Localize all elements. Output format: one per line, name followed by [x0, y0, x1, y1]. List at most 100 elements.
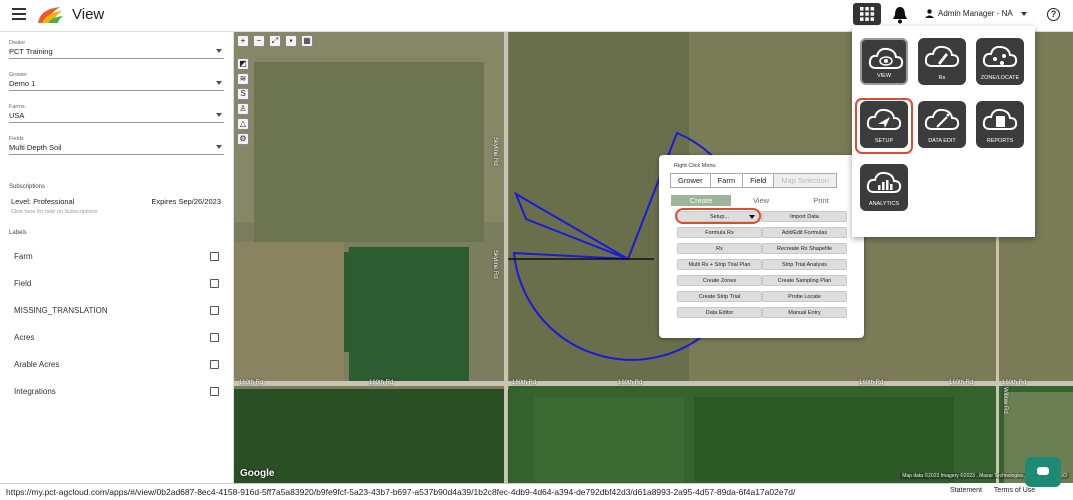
farms-select[interactable]: Farms USA	[9, 104, 224, 123]
create-strip-trial-button[interactable]: Create Strip Trial	[677, 291, 762, 302]
subscription-expires: Expires Sep/26/2023	[151, 197, 221, 206]
road-label: 160th Rd	[618, 380, 643, 386]
sidebar: Dealer PCT Training Grower Demo 1 Farms …	[0, 32, 234, 483]
app-tile-zone-locate[interactable]: ZONE/LOCATE	[976, 38, 1024, 85]
label-checkbox[interactable]	[210, 306, 219, 315]
app-tile-label: ZONE/LOCATE	[980, 75, 1020, 81]
camera-icon[interactable]: ▪	[285, 35, 297, 47]
app-tile-label: REPORTS	[986, 138, 1014, 144]
dropdown-arrow-icon	[216, 49, 222, 53]
fields-value: Multi Depth Soil	[9, 143, 62, 152]
app-tile-label: DATA EDIT	[928, 138, 956, 144]
app-launcher-button[interactable]	[853, 3, 881, 25]
label-text: Farm	[14, 252, 33, 261]
road-label: 160th Rd	[1002, 380, 1027, 386]
subscription-level-row: Level: Professional Expires Sep/26/2023	[11, 197, 221, 206]
pencil-cloud-icon	[924, 45, 960, 67]
draw-icon[interactable]: ≋	[237, 73, 249, 85]
shape-icon[interactable]: S	[237, 88, 249, 100]
zone-cloud-icon	[982, 45, 1018, 67]
create-sampling-plan-button[interactable]: Create Sampling Plan	[762, 275, 847, 286]
label-checkbox[interactable]	[210, 333, 219, 342]
rx-button[interactable]: Rx	[677, 243, 762, 254]
app-tile-view[interactable]: VIEW	[860, 38, 908, 85]
app-logo	[38, 7, 63, 23]
formula-rx-button[interactable]: Formula Rx	[677, 227, 762, 238]
label-text: Arable Acres	[14, 360, 60, 369]
notifications-bell-icon[interactable]	[892, 6, 908, 24]
label-checkbox[interactable]	[210, 360, 219, 369]
google-logo: Google	[240, 468, 275, 479]
sample-icon[interactable]: ♙	[237, 103, 249, 115]
app-tile-analytics[interactable]: ANALYTICS	[860, 164, 908, 211]
chart-cloud-icon	[866, 171, 902, 193]
menu-icon[interactable]	[12, 8, 26, 20]
tab-farm[interactable]: Farm	[709, 173, 744, 188]
zoom-out-icon[interactable]: −	[253, 35, 265, 47]
app-tile-label: VIEW	[876, 73, 892, 79]
label-text: Integrations	[14, 387, 56, 396]
tab-map-selection[interactable]: Map Selection	[773, 173, 837, 188]
label-checkbox[interactable]	[210, 279, 219, 288]
chat-button[interactable]	[1025, 457, 1061, 487]
subtab-view[interactable]: View	[731, 195, 791, 206]
multi-rx-button[interactable]: Multi Rx + Strip Trial Plan	[677, 259, 762, 270]
manual-entry-button[interactable]: Manual Entry	[762, 307, 847, 318]
create-zones-button[interactable]: Create Zones	[677, 275, 762, 286]
app-title: View	[72, 6, 105, 23]
help-icon[interactable]: ?	[1047, 8, 1060, 21]
user-menu[interactable]: Admin Manager - NA	[925, 9, 1027, 18]
settings-icon[interactable]: ⚙	[237, 133, 249, 145]
label-text: Field	[14, 279, 32, 288]
dropdown-arrow-icon	[216, 113, 222, 117]
right-click-menu: Right Click Menu Grower Farm Field Map S…	[659, 155, 864, 338]
zoom-in-icon[interactable]: +	[237, 35, 249, 47]
tab-field[interactable]: Field	[742, 173, 775, 188]
app-tile-label: ANALYTICS	[868, 201, 900, 207]
dropdown-arrow-icon	[216, 145, 222, 149]
status-url: https://my.pct-agcloud.com/apps/#/view/0…	[0, 483, 950, 500]
grid-icon	[860, 7, 875, 21]
app-tile-rx[interactable]: Rx	[918, 38, 966, 85]
scout-icon[interactable]: △	[237, 118, 249, 130]
tab-grower[interactable]: Grower	[670, 173, 711, 188]
chevron-down-icon	[1020, 11, 1027, 16]
grower-select[interactable]: Grower Demo 1	[9, 72, 224, 91]
app-tile-reports[interactable]: REPORTS	[976, 101, 1024, 148]
zoom-extent-icon[interactable]: ⤢	[269, 35, 281, 47]
subtab-create[interactable]: Create	[671, 195, 731, 206]
label-item-acres: Acres	[14, 333, 219, 342]
document-cloud-icon	[982, 108, 1018, 130]
probe-locate-button[interactable]: Probe Locate	[762, 291, 847, 302]
dealer-select[interactable]: Dealer PCT Training	[9, 40, 224, 59]
terms-of-use-link[interactable]: Terms of Use	[994, 487, 1035, 500]
label-checkbox[interactable]	[210, 387, 219, 396]
map-side-toolbar: ◩ ≋ S ♙ △ ⚙	[237, 58, 249, 145]
map-layer-icon[interactable]: ◩	[237, 58, 249, 70]
road-label: 160th Rd	[239, 380, 264, 386]
label-text: Acres	[14, 333, 35, 342]
recreate-rx-shapefile-button[interactable]: Recreate Rx Shapefile	[762, 243, 847, 254]
road-label: Willow Rd	[1002, 387, 1008, 414]
road-label: 160th Rd	[949, 380, 974, 386]
data-editor-button[interactable]: Data Editor	[677, 307, 762, 318]
privacy-statement-link[interactable]: Statement	[950, 487, 982, 500]
add-edit-formulas-button[interactable]: Add/Edit Formulas	[762, 227, 847, 238]
strip-trial-analysis-button[interactable]: Strip Trial Analysis	[762, 259, 847, 270]
subscription-help-link[interactable]: Click here for help on Subscriptions	[11, 209, 98, 215]
road-label: Skyline Rd	[492, 250, 498, 279]
road-label: Skyline Rd	[492, 137, 498, 166]
label-checkbox[interactable]	[210, 252, 219, 261]
dropdown-arrow-icon	[216, 81, 222, 85]
map-toolbar: + − ⤢ ▪ ▦	[237, 35, 313, 47]
measure-icon[interactable]: ▦	[301, 35, 313, 47]
label-text: MISSING_TRANSLATION	[14, 306, 108, 315]
subscriptions-title: Subscriptions	[9, 184, 46, 190]
context-subtabs: Create View Print	[671, 195, 851, 206]
road-label: 160th Rd	[369, 380, 394, 386]
app-tile-data-edit[interactable]: DATA EDIT	[918, 101, 966, 148]
import-data-button[interactable]: Import Data	[762, 211, 847, 222]
label-item-missing: MISSING_TRANSLATION	[14, 306, 219, 315]
subtab-print[interactable]: Print	[791, 195, 851, 206]
fields-select[interactable]: Fields Multi Depth Soil	[9, 136, 224, 155]
